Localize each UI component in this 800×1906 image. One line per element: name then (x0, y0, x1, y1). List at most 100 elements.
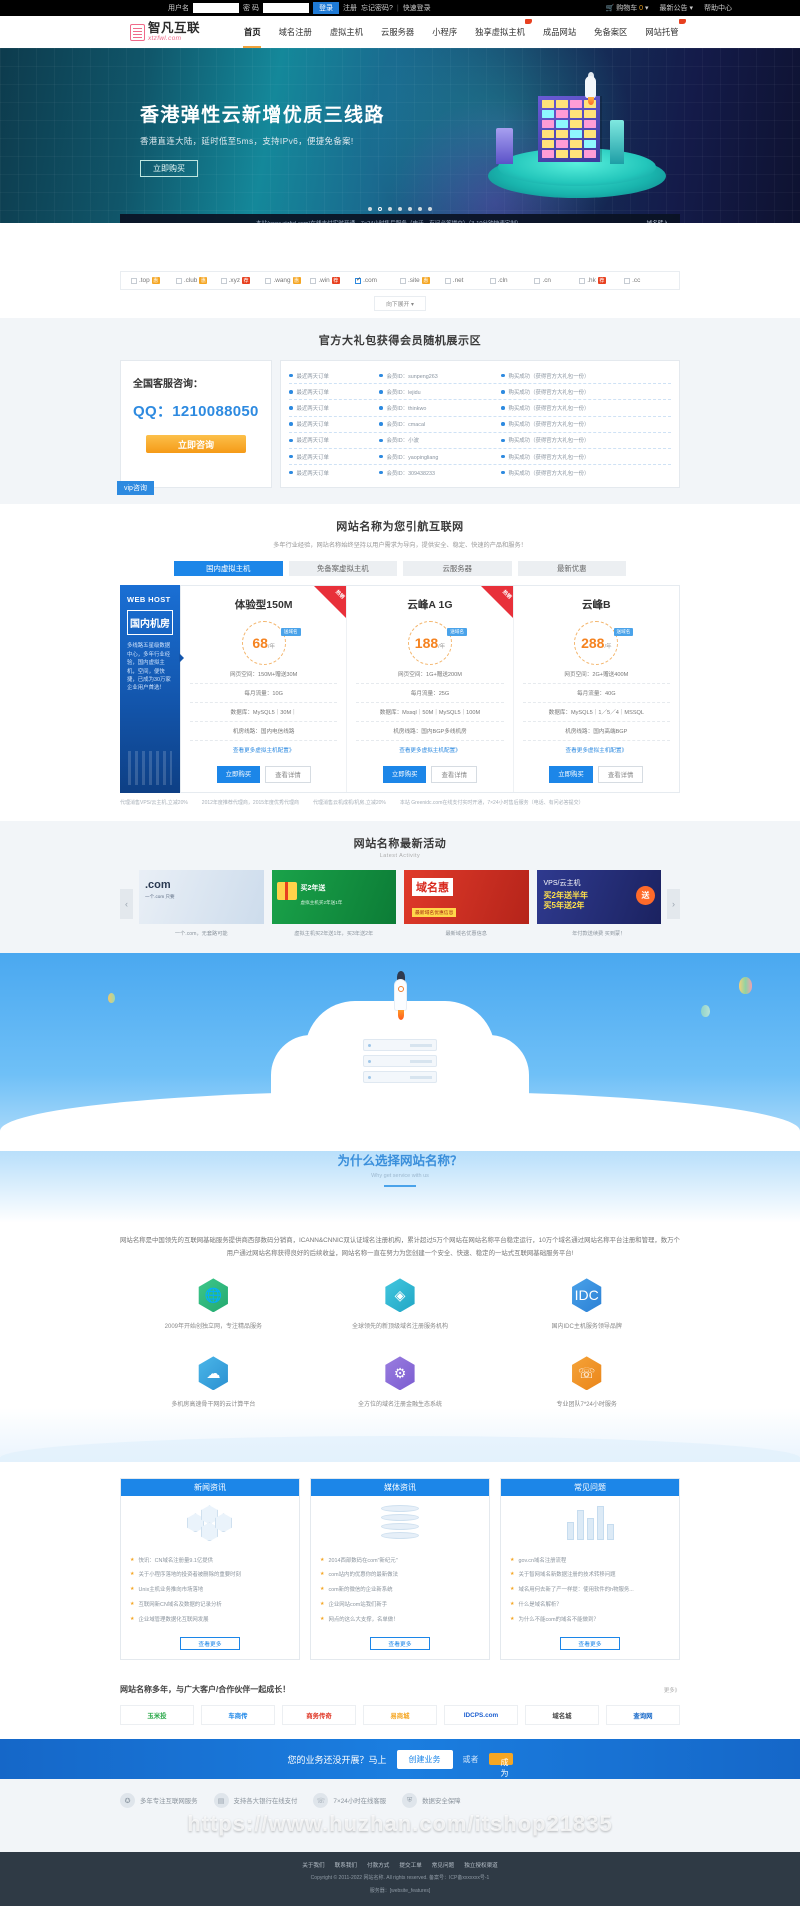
news-item[interactable]: ★ 域名用何去新了产一样提：使用软件的h物服务... (510, 1582, 670, 1597)
notice-link[interactable]: 最新公告 ▾ (660, 3, 693, 13)
tld-option-6[interactable]: .site 惠 (399, 277, 445, 284)
checkbox-icon[interactable] (399, 277, 406, 284)
carousel-dot-0[interactable] (368, 207, 372, 211)
nav-item-6[interactable]: 成品网站 (534, 16, 585, 48)
checkbox-icon[interactable] (220, 277, 227, 284)
consult-now-button[interactable]: 立即咨询 (146, 435, 246, 453)
news-item[interactable]: ★ com新的微信的企业新系统 (320, 1582, 480, 1597)
news-item[interactable]: ★ gov.cn域名注册流程 (510, 1552, 670, 1567)
plan-tab-1[interactable]: 免备案虚拟主机 (288, 561, 397, 577)
nav-item-7[interactable]: 免备案区 (585, 16, 636, 48)
checkbox-icon[interactable] (624, 277, 631, 284)
plan-tab-2[interactable]: 云服务器 (403, 561, 512, 577)
plan-feature-4[interactable]: 查看更多虚拟主机配置》 (356, 741, 503, 759)
carousel-dot-3[interactable] (398, 207, 402, 211)
nav-item-5[interactable]: 独享虚拟主机 (466, 16, 534, 48)
news-item[interactable]: ★ 互联网新CN域名及数据的记录分析 (130, 1597, 290, 1612)
plan-tab-3[interactable]: 最新优惠 (517, 561, 626, 577)
footer-link-4[interactable]: 常见问题 (432, 1863, 454, 1869)
checkbox-icon[interactable] (534, 277, 541, 284)
activity-card[interactable]: 买2年送 虚拟主机买2年送1年 虚拟主机买2年送1年，买3年送2年 (271, 870, 396, 937)
become-agent-button[interactable]: 成为代理商 (488, 1753, 513, 1811)
news-item[interactable]: ★ 网点的这么大支撑，名单做！ (320, 1611, 480, 1626)
tld-option-8[interactable]: .cln (489, 277, 535, 284)
activity-card[interactable]: .com 一个.com 只要 一个.com，无套路可能 (139, 870, 264, 937)
partner-logo-6[interactable]: 查询网 (606, 1705, 680, 1726)
checkbox-icon[interactable] (579, 277, 586, 284)
quick-login-link[interactable]: 快速登录 (403, 3, 431, 13)
partners-more-link[interactable]: 更多》 (664, 1686, 680, 1694)
checkbox-icon[interactable] (265, 277, 272, 284)
nav-item-4[interactable]: 小程序 (423, 16, 466, 48)
tld-option-9[interactable]: .cn (534, 277, 579, 284)
plan-buy-button[interactable]: 立即购买 (216, 766, 261, 784)
plan-buy-button[interactable]: 立即购买 (382, 766, 427, 784)
site-logo[interactable]: 智凡互联 xtzfwl.com (130, 22, 200, 42)
nav-item-0[interactable]: 首页 (235, 16, 270, 48)
news-item[interactable]: ★ 2014西部数码在com"新纪元" (320, 1552, 480, 1567)
nav-item-2[interactable]: 虚拟主机 (321, 16, 372, 48)
tld-option-4[interactable]: .win 荐 (310, 277, 355, 284)
tld-expand-toggle[interactable]: 向下展开 ▾ (374, 296, 426, 311)
checkbox-icon[interactable] (355, 276, 361, 284)
nav-item-1[interactable]: 域名注册 (270, 16, 321, 48)
help-center-link[interactable]: 帮助中心 (704, 3, 732, 13)
tld-option-5[interactable]: .com (355, 276, 400, 284)
activity-prev-arrow[interactable]: ‹ (120, 888, 133, 919)
footer-link-2[interactable]: 付款方式 (367, 1863, 389, 1869)
footer-link-1[interactable]: 联系我们 (335, 1863, 357, 1869)
partner-logo-0[interactable]: 玉米投 (120, 1705, 194, 1726)
forgot-password-link[interactable]: 忘记密码? (361, 3, 393, 13)
carousel-dot-6[interactable] (428, 207, 432, 211)
tld-option-1[interactable]: .club 惠 (175, 277, 221, 284)
news-item[interactable]: ★ 关于智网域名新数据注册的技术转移问题 (510, 1567, 670, 1582)
checkbox-icon[interactable] (310, 277, 317, 284)
nav-item-3[interactable]: 云服务器 (372, 16, 423, 48)
news-item[interactable]: ★ 企业网站com站我们新手 (320, 1597, 480, 1612)
password-input[interactable] (262, 3, 309, 13)
plan-detail-button[interactable]: 查看详情 (265, 766, 311, 784)
news-item[interactable]: ★ 快讯：CN域名注册量9.1亿提供 (130, 1552, 290, 1567)
plan-detail-button[interactable]: 查看详情 (431, 766, 478, 784)
news-item[interactable]: ★ 企业域管理数据化互联网发展 (130, 1611, 290, 1626)
hero-carousel-dots[interactable] (368, 207, 432, 211)
news-more-button[interactable]: 查看更多 (370, 1637, 430, 1651)
partner-logo-4[interactable]: IDCPS.com (444, 1705, 518, 1726)
news-item[interactable]: ★ Unix主机业务推向市场落地 (130, 1582, 290, 1597)
login-button[interactable]: 登录 (312, 2, 339, 14)
tld-option-0[interactable]: .top 惠 (131, 277, 176, 284)
carousel-dot-1[interactable] (378, 207, 382, 211)
checkbox-icon[interactable] (444, 277, 451, 284)
tld-option-11[interactable]: .cc (624, 277, 669, 284)
tld-option-3[interactable]: .wang 惠 (265, 277, 310, 284)
hero-cta-button[interactable]: 立即购买 (140, 160, 198, 177)
partner-logo-2[interactable]: 商务传奇 (282, 1705, 356, 1726)
news-more-button[interactable]: 查看更多 (560, 1637, 620, 1651)
activity-next-arrow[interactable]: › (667, 888, 680, 919)
carousel-dot-2[interactable] (388, 207, 392, 211)
plan-detail-button[interactable]: 查看详情 (597, 766, 644, 784)
carousel-dot-4[interactable] (408, 207, 412, 211)
nav-item-8[interactable]: 网站托管 (636, 16, 687, 48)
domain-transfer-link[interactable]: 域名转入 (647, 219, 669, 223)
tld-option-2[interactable]: .xyz 荐 (220, 277, 266, 284)
carousel-dot-5[interactable] (418, 207, 422, 211)
footer-link-3[interactable]: 提交工单 (399, 1863, 421, 1869)
checkbox-icon[interactable] (489, 277, 496, 284)
register-link[interactable]: 注册 (343, 3, 357, 13)
activity-card[interactable]: 域名惠 最新域名优惠信息 最新域名优惠信息 (404, 870, 529, 937)
news-item[interactable]: ★ 什么是域名解析？ (510, 1597, 670, 1612)
vip-tag[interactable]: vip咨询 (117, 481, 154, 496)
tld-option-7[interactable]: .net (444, 277, 490, 284)
news-item[interactable]: ★ com站内的优惠你的最新做法 (320, 1567, 480, 1582)
cart-link[interactable]: 🛒 购物车 0 ▾ (606, 3, 649, 13)
news-item[interactable]: ★ 为什么不能com的域名不能做到？ (510, 1611, 670, 1626)
footer-link-5[interactable]: 独立授权渠道 (464, 1863, 498, 1869)
news-more-button[interactable]: 查看更多 (180, 1637, 240, 1651)
activity-card[interactable]: VPS/云主机 买2年送半年 买5年送2年 送 年付款送续费 买到蒙！ (536, 870, 661, 937)
tld-option-10[interactable]: .hk 荐 (579, 277, 624, 284)
partner-logo-5[interactable]: 域名城 (525, 1705, 599, 1726)
plan-tab-0[interactable]: 国内虚拟主机 (174, 561, 283, 577)
partner-logo-1[interactable]: 车商传 (201, 1705, 275, 1726)
footer-link-0[interactable]: 关于我们 (302, 1863, 324, 1869)
